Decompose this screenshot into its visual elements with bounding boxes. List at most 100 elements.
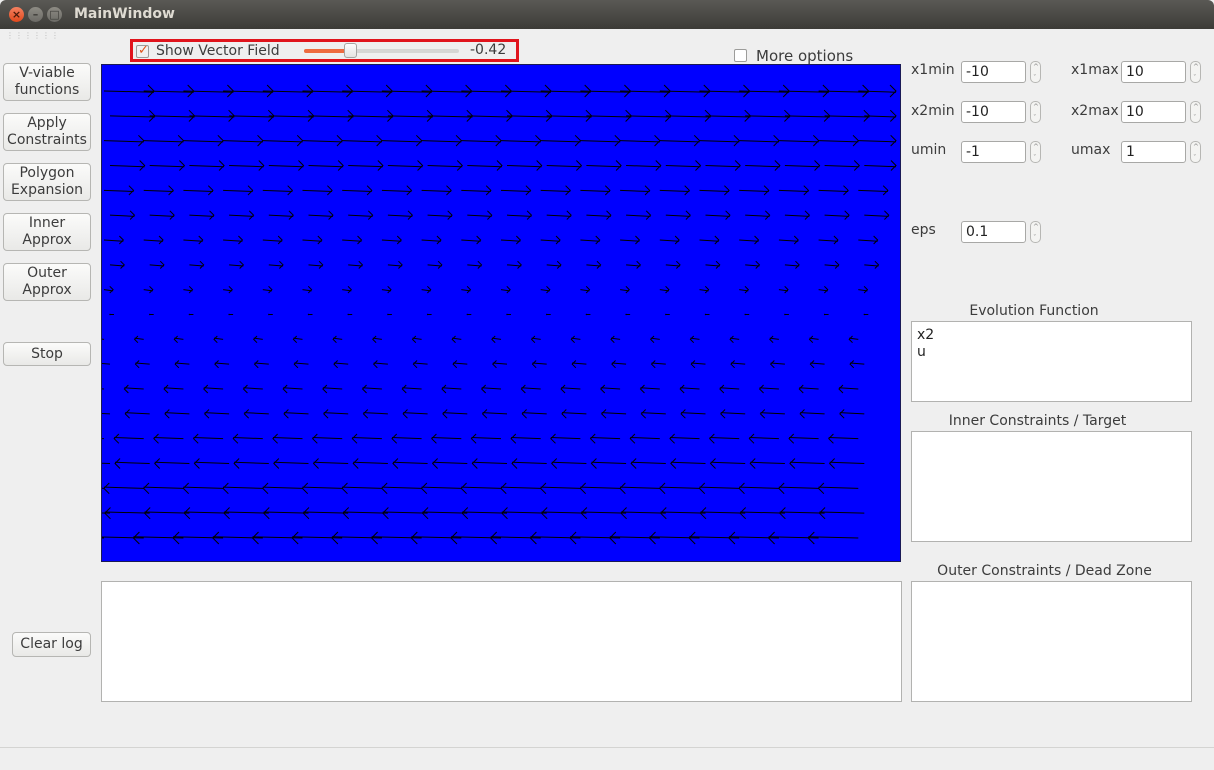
outer-approx-button[interactable]: Outer Approx [3, 263, 91, 301]
vector-arrow [262, 134, 304, 147]
maximize-window-button[interactable]: □ [47, 7, 62, 22]
vector-field-slider[interactable] [304, 49, 459, 53]
vector-arrow [102, 537, 105, 539]
vector-arrow [391, 433, 422, 444]
vector-arrow [626, 260, 642, 269]
vector-arrow [520, 384, 541, 394]
x1min-spinner[interactable]: ^ ˇ [1030, 61, 1041, 83]
umin-label: umin [911, 142, 947, 158]
vector-arrow [348, 160, 384, 171]
polygon-expansion-label: Polygon Expansion [10, 165, 84, 198]
vector-arrow [188, 313, 194, 316]
vector-arrow [620, 285, 630, 294]
vector-arrow [838, 384, 859, 394]
vector-field-plot[interactable] [101, 64, 901, 562]
vector-arrow [550, 433, 581, 444]
vector-arrow [420, 482, 462, 495]
vector-arrow [610, 335, 621, 344]
umin-field[interactable]: -1 [961, 141, 1026, 163]
vector-arrow [849, 360, 865, 369]
outer-constraints-editor[interactable] [911, 581, 1192, 702]
polygon-expansion-button[interactable]: Polygon Expansion [3, 163, 91, 201]
vector-arrow [102, 338, 105, 340]
vector-arrow [649, 335, 660, 344]
vector-arrow [500, 185, 532, 196]
vector-arrow [332, 335, 343, 344]
vector-arrow [778, 134, 820, 147]
vector-arrow [467, 260, 483, 269]
vector-arrow [481, 409, 508, 419]
vector-arrow [708, 433, 740, 444]
eps-spinner[interactable]: ^ ˇ [1030, 221, 1041, 243]
v-viable-functions-button[interactable]: V-viable functions [3, 63, 91, 101]
x1min-field[interactable]: -10 [961, 61, 1026, 83]
apply-constraints-button[interactable]: Apply Constraints [3, 113, 91, 151]
vector-arrow [163, 384, 184, 394]
x2min-spinner[interactable]: ^ ˇ [1030, 101, 1041, 123]
vector-arrow [342, 185, 373, 196]
log-output[interactable] [101, 581, 902, 702]
vector-arrow [705, 160, 741, 171]
clear-log-button[interactable]: Clear log [12, 632, 91, 657]
umin-spinner[interactable]: ^ ˇ [1030, 141, 1041, 163]
vector-arrow [223, 507, 269, 520]
vector-arrow [229, 210, 255, 220]
vector-arrow [699, 134, 740, 147]
vector-arrow [302, 285, 313, 294]
vector-arrow [863, 313, 869, 316]
vector-arrow [154, 458, 190, 469]
vector-arrow [102, 388, 105, 390]
vector-arrow [189, 160, 225, 171]
vector-arrow [262, 235, 283, 245]
vector-arrow [302, 185, 333, 196]
vector-arrow [600, 409, 627, 419]
vector-arrow [123, 384, 144, 394]
vector-arrow [808, 335, 819, 344]
vector-arrow [580, 235, 601, 245]
x2max-spinner[interactable]: ^ ˇ [1190, 101, 1201, 123]
minimize-window-button[interactable]: – [28, 7, 43, 22]
eps-field[interactable]: 0.1 [961, 221, 1026, 243]
vector-arrow [273, 458, 309, 469]
vector-arrow [506, 160, 543, 171]
vector-arrow [858, 134, 897, 147]
vector-arrow [387, 109, 434, 122]
vector-arrow [586, 109, 632, 122]
evolution-function-editor[interactable]: x2 u [911, 321, 1192, 402]
vector-arrow [189, 210, 215, 220]
more-options-checkbox[interactable] [734, 49, 747, 62]
vector-arrow [421, 134, 463, 147]
vector-arrow [426, 313, 432, 316]
slider-handle[interactable] [344, 43, 357, 58]
vector-arrow [442, 409, 468, 419]
vector-arrow [784, 109, 831, 122]
x2min-field[interactable]: -10 [961, 101, 1026, 123]
vector-arrow [467, 109, 513, 122]
x1max-field[interactable]: 10 [1121, 61, 1186, 83]
close-window-button[interactable]: × [9, 7, 24, 22]
vector-arrow [491, 335, 502, 344]
vector-arrow [540, 285, 551, 294]
stop-button[interactable]: Stop [3, 342, 91, 366]
vector-arrow [823, 313, 829, 316]
vector-arrow [381, 482, 422, 495]
inner-constraints-editor[interactable] [911, 431, 1192, 542]
toolbar-grip[interactable]: ⋮⋮⋮⋮⋮⋮ [6, 31, 60, 40]
show-vector-field-checkbox[interactable]: ✓ [136, 43, 149, 58]
vector-arrow [461, 507, 508, 520]
umax-label: umax [1071, 142, 1111, 158]
inner-approx-button[interactable]: Inner Approx [3, 213, 91, 251]
vector-arrow [546, 313, 551, 316]
vector-arrow [427, 260, 443, 269]
x1max-spinner[interactable]: ^ ˇ [1190, 61, 1201, 83]
vector-arrow [778, 285, 789, 294]
x2max-field[interactable]: 10 [1121, 101, 1186, 123]
vector-arrow [382, 507, 428, 520]
umax-spinner[interactable]: ^ ˇ [1190, 141, 1201, 163]
vector-arrow [467, 210, 493, 220]
vector-arrow [427, 210, 453, 220]
vector-arrow [268, 210, 294, 220]
vector-arrow [233, 458, 269, 469]
umax-field[interactable]: 1 [1121, 141, 1186, 163]
vector-arrow [203, 384, 224, 394]
